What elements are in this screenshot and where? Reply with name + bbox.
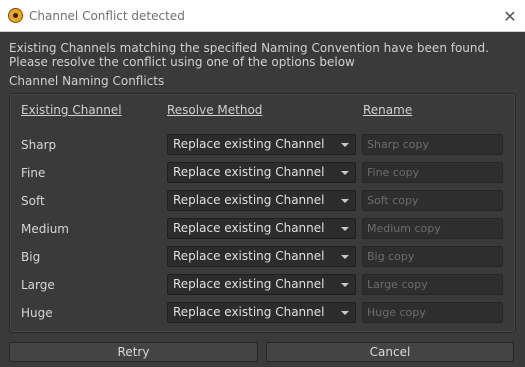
close-button[interactable]: ✕ bbox=[495, 0, 525, 32]
cancel-button[interactable]: Cancel bbox=[266, 342, 514, 362]
chevron-down-icon bbox=[341, 255, 349, 259]
rename-input[interactable]: Fine copy bbox=[362, 162, 503, 183]
channel-label: Large bbox=[21, 278, 55, 292]
header-existing-channel: Existing Channel bbox=[21, 103, 122, 117]
resolve-method-select[interactable]: Replace existing Channel bbox=[167, 302, 356, 323]
channel-label: Soft bbox=[21, 194, 45, 208]
rename-input[interactable]: Sharp copy bbox=[362, 134, 503, 155]
resolve-method-value: Replace existing Channel bbox=[173, 277, 325, 291]
resolve-method-value: Replace existing Channel bbox=[173, 305, 325, 319]
message-line-1: Existing Channels matching the specified… bbox=[9, 41, 489, 55]
resolve-method-select[interactable]: Replace existing Channel bbox=[167, 218, 356, 239]
window-title: Channel Conflict detected bbox=[29, 9, 185, 23]
chevron-down-icon bbox=[341, 143, 349, 147]
header-rename: Rename bbox=[363, 103, 413, 117]
resolve-method-value: Replace existing Channel bbox=[173, 249, 325, 263]
resolve-method-value: Replace existing Channel bbox=[173, 193, 325, 207]
message-line-2: Please resolve the conflict using one of… bbox=[9, 55, 355, 69]
title-bar: Channel Conflict detected ✕ bbox=[0, 0, 525, 32]
chevron-down-icon bbox=[341, 199, 349, 203]
rename-input[interactable]: Soft copy bbox=[362, 190, 503, 211]
rename-input[interactable]: Big copy bbox=[362, 246, 503, 267]
channel-label: Fine bbox=[21, 166, 46, 180]
channel-label: Huge bbox=[21, 306, 53, 320]
resolve-method-select[interactable]: Replace existing Channel bbox=[167, 134, 356, 155]
rename-input[interactable]: Large copy bbox=[362, 274, 503, 295]
resolve-method-select[interactable]: Replace existing Channel bbox=[167, 246, 356, 267]
group-title: Channel Naming Conflicts bbox=[9, 74, 165, 88]
conflicts-group-box bbox=[9, 93, 516, 333]
resolve-method-value: Replace existing Channel bbox=[173, 221, 325, 235]
chevron-down-icon bbox=[341, 283, 349, 287]
rename-input[interactable]: Huge copy bbox=[362, 302, 503, 323]
channel-label: Big bbox=[21, 250, 41, 264]
header-resolve-method: Resolve Method bbox=[167, 103, 263, 117]
resolve-method-select[interactable]: Replace existing Channel bbox=[167, 162, 356, 183]
channel-label: Medium bbox=[21, 222, 69, 236]
retry-button[interactable]: Retry bbox=[9, 342, 258, 362]
resolve-method-select[interactable]: Replace existing Channel bbox=[167, 190, 356, 211]
resolve-method-select[interactable]: Replace existing Channel bbox=[167, 274, 356, 295]
conflict-message: Existing Channels matching the specified… bbox=[9, 41, 519, 69]
app-icon bbox=[8, 8, 23, 23]
chevron-down-icon bbox=[341, 171, 349, 175]
chevron-down-icon bbox=[341, 227, 349, 231]
rename-input[interactable]: Medium copy bbox=[362, 218, 503, 239]
chevron-down-icon bbox=[341, 311, 349, 315]
resolve-method-value: Replace existing Channel bbox=[173, 137, 325, 151]
channel-label: Sharp bbox=[21, 138, 57, 152]
resolve-method-value: Replace existing Channel bbox=[173, 165, 325, 179]
